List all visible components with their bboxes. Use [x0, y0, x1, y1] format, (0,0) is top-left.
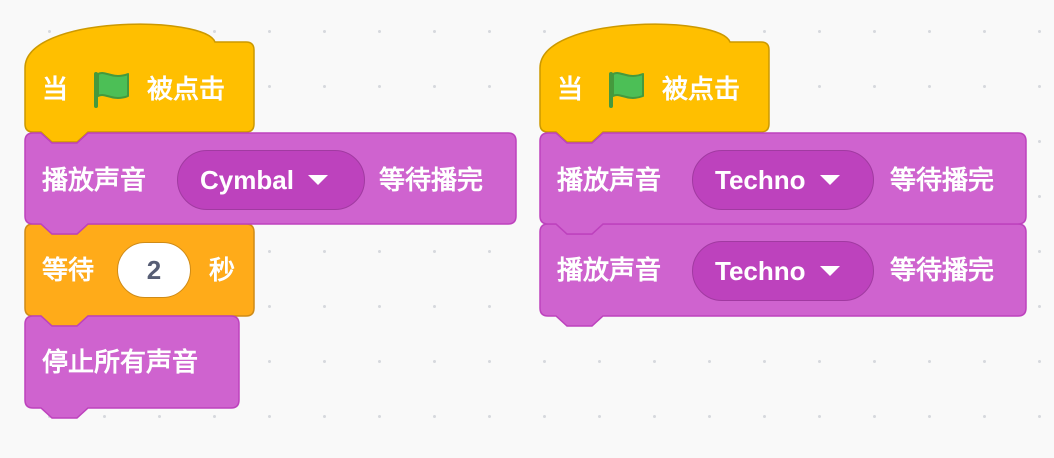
sound-menu-value: Techno: [715, 255, 806, 286]
until-done-label: 等待播完: [890, 256, 995, 286]
hat-clicked-label: 被点击: [662, 75, 741, 105]
sound-menu-dropdown[interactable]: Techno: [692, 150, 874, 210]
play-sound-label: 播放声音: [557, 166, 662, 196]
script-2-block-shapes: [539, 23, 1027, 327]
play-sound-label: 播放声音: [557, 256, 662, 286]
until-done-label: 等待播完: [890, 166, 995, 196]
script-stack-2[interactable]: 当 被点击 播放声音 Techno 等待播完 播放声音 Techno 等待播完: [0, 0, 1054, 458]
sound-menu-dropdown[interactable]: Techno: [692, 241, 874, 301]
chevron-down-icon: [819, 266, 840, 276]
sound-menu-value: Techno: [715, 164, 806, 195]
chevron-down-icon: [819, 175, 840, 185]
green-flag-icon: [609, 72, 644, 108]
hat-when-label: 当: [557, 75, 584, 105]
